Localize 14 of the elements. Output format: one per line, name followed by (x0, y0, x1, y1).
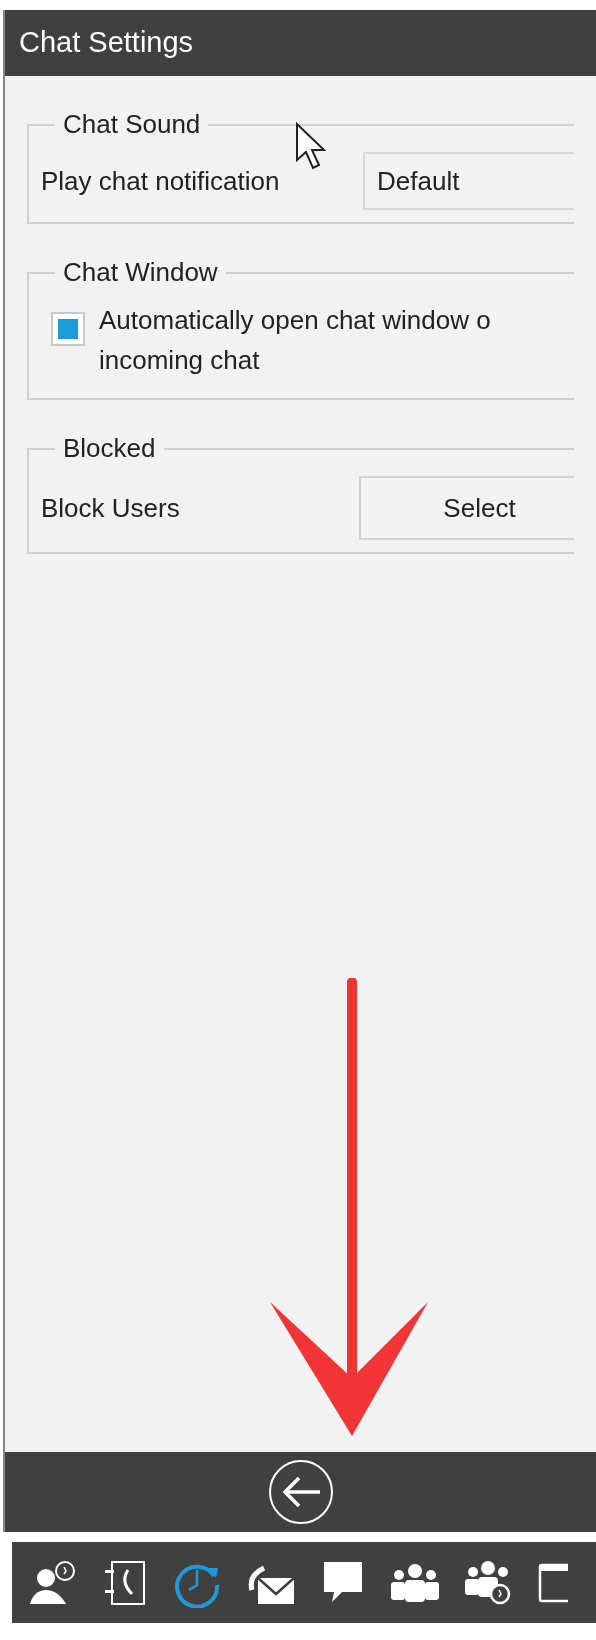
phonebook-icon (102, 1559, 148, 1606)
people-icon (390, 1562, 440, 1603)
person-clock-icon (28, 1559, 78, 1606)
back-button[interactable] (268, 1460, 333, 1524)
window-title: Chat Settings (19, 25, 194, 61)
checkbox[interactable] (51, 312, 85, 346)
mouse-cursor-icon (295, 122, 329, 172)
checkbox-label: incoming chat (99, 344, 261, 377)
sound-dropdown[interactable]: Default (363, 152, 574, 210)
window-icon (538, 1562, 568, 1603)
field-label: Play chat notification (41, 164, 281, 198)
select-button[interactable]: Select (359, 476, 574, 540)
checkbox-label: Automatically open chat window o (99, 304, 491, 337)
field-label: Block Users (41, 491, 181, 525)
